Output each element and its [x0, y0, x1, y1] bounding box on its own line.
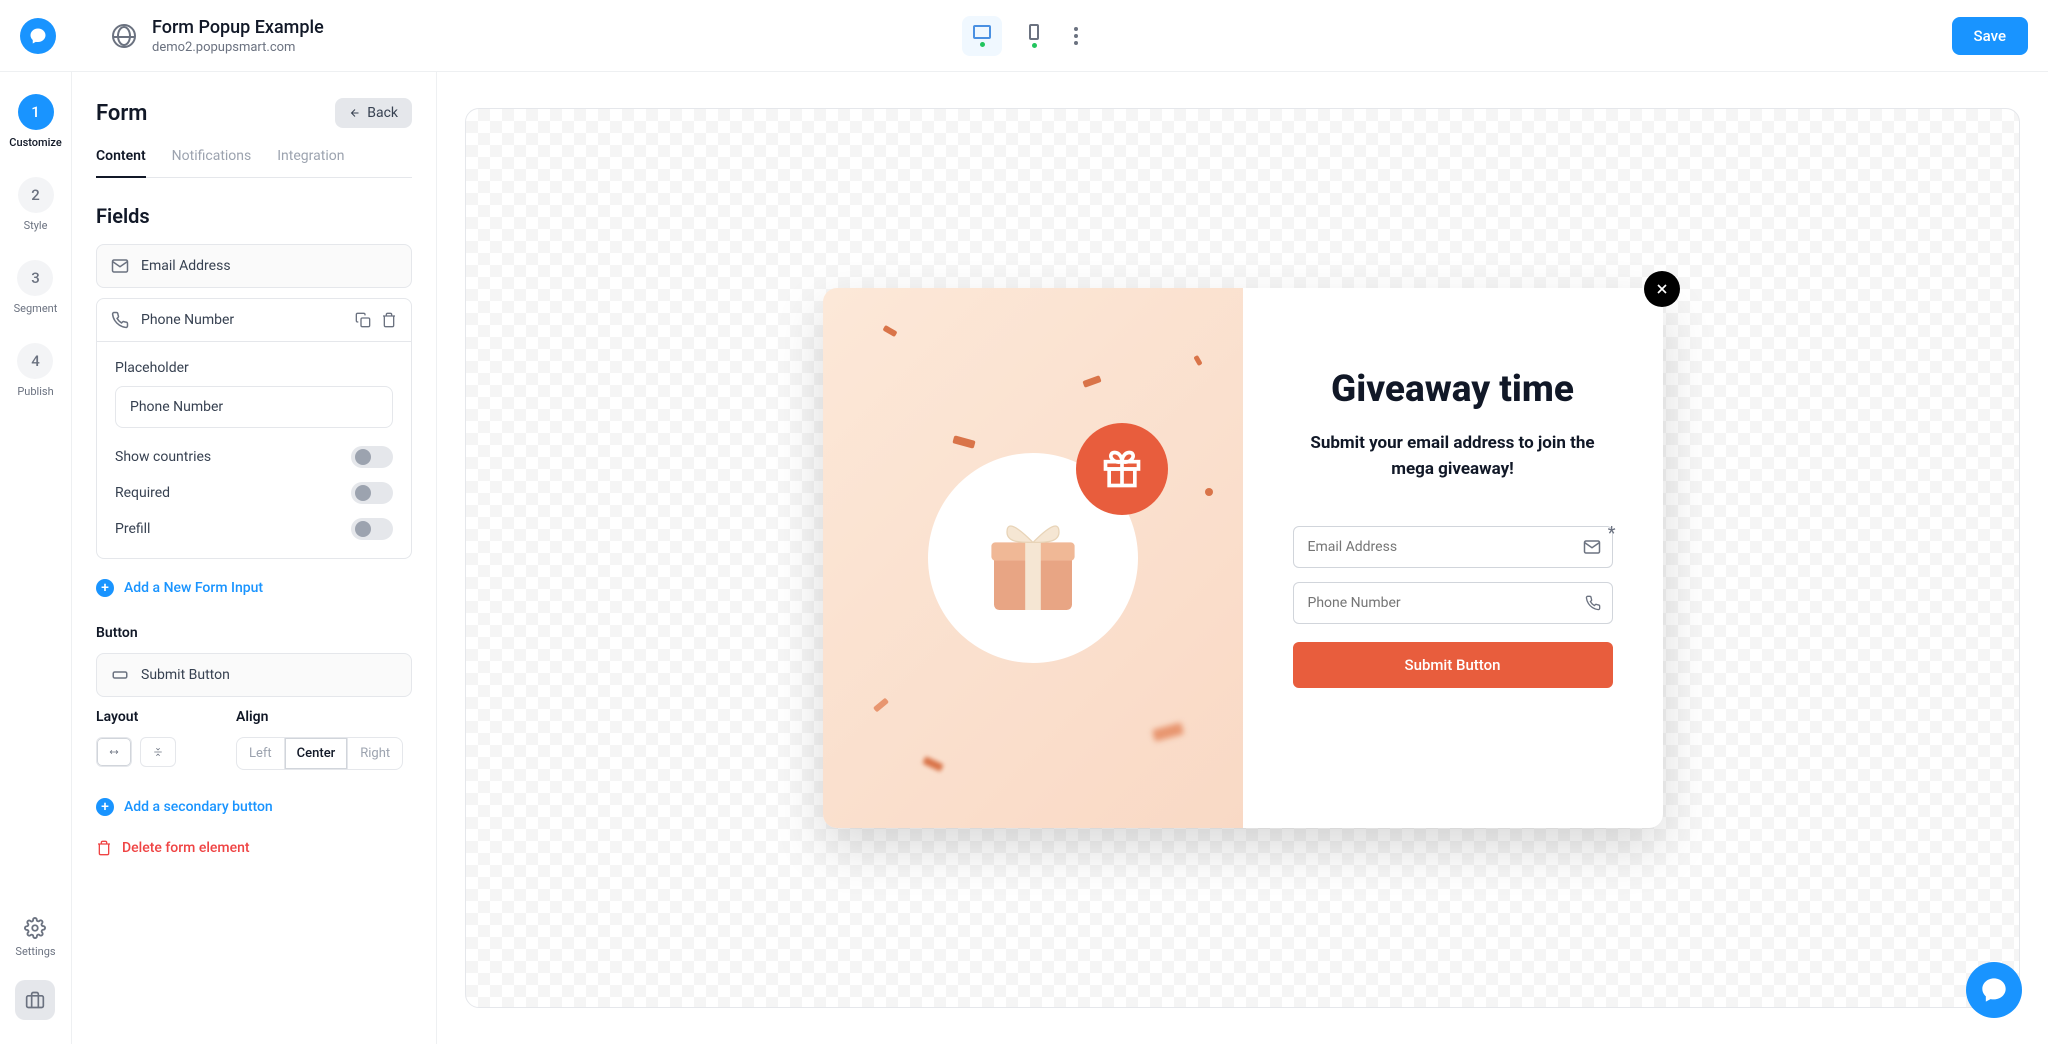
- page-title: Form Popup Example: [152, 17, 324, 38]
- show-countries-label: Show countries: [115, 449, 211, 465]
- gift-badge: [1076, 423, 1168, 515]
- align-label: Align: [236, 709, 403, 725]
- form-panel: Form Back Content Notifications Integrat…: [72, 72, 437, 1044]
- mobile-icon: [1029, 24, 1039, 40]
- step-segment[interactable]: 3 Segment: [14, 260, 58, 315]
- gift-icon: [1100, 447, 1144, 491]
- fields-title: Fields: [96, 204, 412, 228]
- popup-form-panel: Giveaway time Submit your email address …: [1243, 288, 1663, 828]
- phone-icon: [1585, 595, 1601, 611]
- add-form-input-button[interactable]: + Add a New Form Input: [96, 579, 412, 597]
- prefill-toggle[interactable]: [351, 518, 393, 540]
- arrow-left-icon: [349, 107, 361, 119]
- layout-vertical-button[interactable]: [140, 737, 176, 767]
- trash-icon: [96, 840, 112, 856]
- copy-icon[interactable]: [355, 312, 371, 328]
- field-phone-settings: Placeholder Show countries Required Pref…: [96, 342, 412, 559]
- more-button[interactable]: [1066, 19, 1086, 53]
- prefill-label: Prefill: [115, 521, 150, 537]
- gift-illustration: [928, 453, 1138, 663]
- popup-close-button[interactable]: [1644, 271, 1680, 307]
- tab-notifications[interactable]: Notifications: [172, 148, 252, 177]
- placeholder-input[interactable]: [115, 386, 393, 428]
- desktop-icon: [973, 25, 991, 39]
- field-email[interactable]: Email Address: [96, 244, 412, 288]
- submit-button-item[interactable]: Submit Button: [96, 653, 412, 697]
- save-button[interactable]: Save: [1952, 17, 2028, 55]
- gift-box-icon: [968, 493, 1098, 623]
- device-mobile-button[interactable]: [1014, 16, 1054, 56]
- add-secondary-button[interactable]: + Add a secondary button: [96, 798, 412, 816]
- mail-icon: [111, 257, 129, 275]
- plus-icon: +: [96, 798, 114, 816]
- popup-image-panel: [823, 288, 1243, 828]
- step-customize[interactable]: 1 Customize: [9, 94, 61, 149]
- status-dot: [1032, 43, 1037, 48]
- topbar: Form Popup Example demo2.popupsmart.com …: [0, 0, 2048, 72]
- align-segmented: Left Center Right: [236, 737, 403, 770]
- tab-integration[interactable]: Integration: [277, 148, 344, 177]
- button-section-title: Button: [96, 625, 412, 641]
- globe-icon: [112, 24, 136, 48]
- plus-icon: +: [96, 579, 114, 597]
- align-center-button[interactable]: Center: [285, 738, 349, 769]
- step-publish[interactable]: 4 Publish: [17, 343, 53, 398]
- trash-icon[interactable]: [381, 312, 397, 328]
- panel-title: Form: [96, 101, 147, 126]
- chat-icon: [1980, 976, 2008, 1004]
- required-toggle[interactable]: [351, 482, 393, 504]
- toolbox-button[interactable]: [15, 980, 55, 1020]
- app-logo[interactable]: [20, 18, 56, 54]
- status-dot: [980, 42, 985, 47]
- placeholder-label: Placeholder: [115, 360, 393, 376]
- show-countries-toggle[interactable]: [351, 446, 393, 468]
- tab-content[interactable]: Content: [96, 148, 146, 178]
- chat-fab[interactable]: [1966, 962, 2022, 1018]
- popup-phone-input[interactable]: [1293, 582, 1613, 624]
- layout-label: Layout: [96, 709, 176, 725]
- title-block: Form Popup Example demo2.popupsmart.com: [152, 17, 324, 55]
- field-phone[interactable]: Phone Number: [96, 298, 412, 342]
- layout-horizontal-button[interactable]: [96, 737, 132, 767]
- canvas: Giveaway time Submit your email address …: [437, 72, 2048, 1044]
- popup-title: Giveaway time: [1331, 368, 1574, 411]
- align-left-button[interactable]: Left: [237, 738, 285, 769]
- popup-preview: Giveaway time Submit your email address …: [823, 288, 1663, 828]
- back-button[interactable]: Back: [335, 98, 412, 128]
- gear-icon: [24, 917, 46, 939]
- step-rail: 1 Customize 2 Style 3 Segment 4 Publish …: [0, 72, 72, 1044]
- popup-email-input[interactable]: [1293, 526, 1613, 568]
- step-style[interactable]: 2 Style: [18, 177, 54, 232]
- device-desktop-button[interactable]: [962, 16, 1002, 56]
- required-indicator: *: [1608, 523, 1616, 544]
- page-subtitle: demo2.popupsmart.com: [152, 40, 324, 55]
- delete-form-element-button[interactable]: Delete form element: [96, 840, 412, 856]
- required-label: Required: [115, 485, 170, 501]
- arrows-collapse-icon: [151, 747, 165, 757]
- mail-icon: [1583, 538, 1601, 556]
- align-right-button[interactable]: Right: [348, 738, 402, 769]
- settings-button[interactable]: Settings: [15, 917, 55, 958]
- briefcase-icon: [25, 990, 45, 1010]
- device-switcher: [962, 16, 1086, 56]
- popup-subtitle: Submit your email address to join the me…: [1293, 431, 1613, 482]
- arrows-horizontal-icon: [107, 747, 121, 757]
- close-icon: [1654, 281, 1670, 297]
- popup-submit-button[interactable]: Submit Button: [1293, 642, 1613, 688]
- preview-frame: Giveaway time Submit your email address …: [465, 108, 2020, 1008]
- phone-icon: [111, 311, 129, 329]
- button-icon: [111, 666, 129, 684]
- panel-tabs: Content Notifications Integration: [96, 148, 412, 178]
